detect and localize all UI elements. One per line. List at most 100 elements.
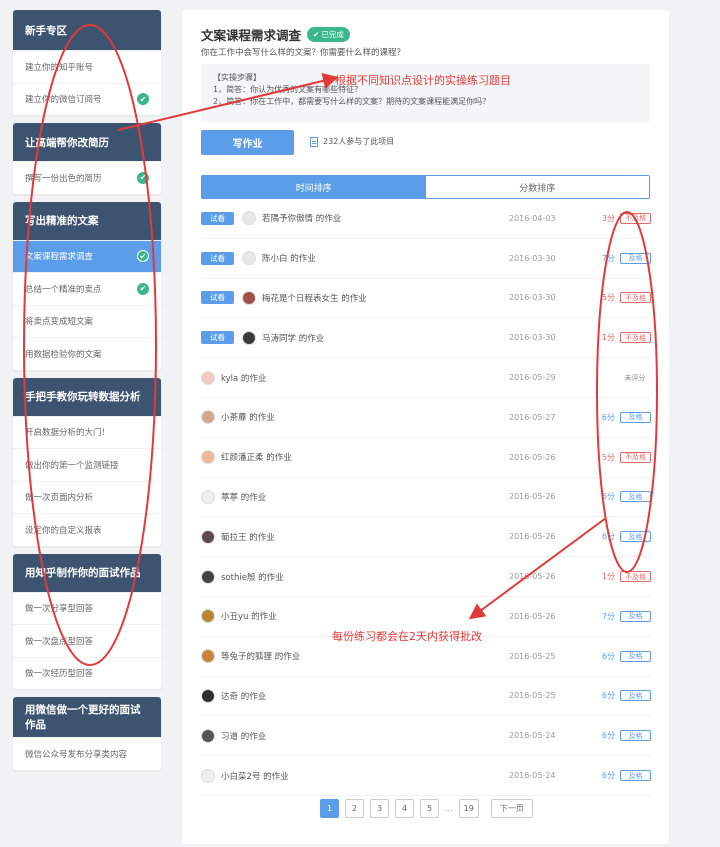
grade-status: 及格 bbox=[620, 531, 651, 543]
trial-badge[interactable]: 试看 bbox=[201, 211, 234, 225]
homework-row[interactable]: 葶葶 的作业 2016-05-26 6分 及格 bbox=[201, 478, 651, 518]
grade-status: 及格 bbox=[620, 411, 651, 423]
homework-title[interactable]: 小丑yu 的作业 bbox=[221, 610, 650, 622]
homework-row[interactable]: kyla 的作业 2016-05-29 未评分 bbox=[201, 358, 650, 398]
sidebar-item-label: 开启数据分析的大门！ bbox=[25, 428, 111, 439]
title-row: 文案课程需求调查 ✔ 已完成 bbox=[201, 25, 350, 44]
sidebar-item-label: 建立你的微信订阅号 bbox=[25, 95, 102, 106]
sidebar-item[interactable]: 做一次经历型回答 bbox=[13, 656, 161, 690]
sidebar-item-label: 做一次经历型回答 bbox=[25, 669, 94, 680]
sidebar-item[interactable]: 开启数据分析的大门！ bbox=[13, 415, 161, 449]
sidebar-item[interactable]: 建立你的微信订阅号 ✔ bbox=[13, 82, 161, 116]
document-icon bbox=[310, 136, 318, 147]
homework-title[interactable]: kyla 的作业 bbox=[221, 372, 650, 384]
homework-row[interactable]: 试看 若隅予你傲情 的作业 2016-04-03 3分 不及格 bbox=[201, 199, 651, 239]
sidebar-item[interactable]: 做一次分享型回答 bbox=[13, 591, 161, 625]
score: 3分 bbox=[601, 213, 615, 223]
tab-score-sort[interactable]: 分数排序 bbox=[425, 176, 649, 198]
sidebar-section-title[interactable]: 用知乎制作你的面试作品 bbox=[13, 553, 161, 592]
grade-status: 及格 bbox=[620, 491, 651, 503]
submit-date: 2016-05-27 bbox=[509, 412, 556, 422]
check-icon: ✔ bbox=[137, 250, 149, 263]
homework-title[interactable]: 小白菜2号 的作业 bbox=[221, 770, 650, 782]
sidebar-section-title[interactable]: 用微信做一个更好的面试作品 bbox=[13, 697, 161, 737]
submit-date: 2016-03-30 bbox=[509, 293, 556, 303]
sidebar-section: 让高端帮你改简历 撰写一份出色的简历 ✔ bbox=[13, 123, 161, 194]
sidebar-section-title[interactable]: 写出精准的文案 bbox=[13, 201, 161, 240]
sidebar-item[interactable]: 用数据检验你的文案 bbox=[13, 337, 161, 370]
grade-status: 不及格 bbox=[620, 451, 651, 463]
sidebar-item[interactable]: 做出你的第一个监测链接 bbox=[13, 448, 161, 481]
homework-row[interactable]: sothie殷 的作业 2016-05-26 1分 不及格 bbox=[201, 557, 651, 597]
sidebar-section: 写出精准的文案 文案课程需求调查 ✔ 总结一个精准的卖点 ✔ 将卖点变成短文案用数据检验你… bbox=[13, 201, 161, 370]
avatar bbox=[201, 609, 215, 624]
sidebar-item[interactable]: 将卖点变成短文案 bbox=[13, 304, 161, 338]
score: 6分 bbox=[601, 771, 615, 781]
grade-status: 及格 bbox=[620, 770, 651, 782]
tab-time-sort[interactable]: 时间排序 bbox=[202, 176, 426, 198]
homework-row[interactable]: 习道 的作业 2016-05-24 6分 及格 bbox=[201, 716, 651, 757]
sidebar-section-title[interactable]: 手把手教你玩转数据分析 bbox=[13, 377, 161, 416]
sidebar-item[interactable]: 做一次盘点型回答 bbox=[13, 624, 161, 657]
next-page-button[interactable]: 下一页 bbox=[490, 799, 533, 818]
sidebar-section-title[interactable]: 新手专区 bbox=[13, 10, 161, 50]
grade-status: 及格 bbox=[620, 650, 651, 662]
sidebar-item[interactable]: 撰写一份出色的简历 ✔ bbox=[13, 161, 161, 194]
homework-title[interactable]: 葶葶 的作业 bbox=[221, 491, 650, 503]
homework-title[interactable]: 红颜潘正柔 的作业 bbox=[221, 451, 650, 463]
homework-title[interactable]: 葡拉王 的作业 bbox=[221, 531, 650, 543]
sidebar-section: 用知乎制作你的面试作品做一次分享型回答做一次盘点型回答做一次经历型回答 bbox=[13, 553, 161, 690]
homework-row[interactable]: 试看 马涛同学 的作业 2016-03-30 1分 不及格 bbox=[201, 318, 651, 359]
sidebar-item-label: 做出你的第一个监测链接 bbox=[25, 460, 119, 471]
sidebar-item-label: 微信公众号发布分享类内容 bbox=[25, 749, 128, 760]
homework-title[interactable]: sothie殷 的作业 bbox=[221, 571, 650, 583]
badge-label: 已完成 bbox=[321, 30, 344, 39]
page-button[interactable]: 4 bbox=[395, 799, 414, 818]
homework-row[interactable]: 试看 陈小白 的作业 2016-03-30 7分 及格 bbox=[201, 239, 651, 279]
trial-badge[interactable]: 试看 bbox=[201, 331, 234, 345]
page-button[interactable]: 3 bbox=[370, 799, 389, 818]
subtitle: 你在工作中会写什么样的文案？你需要什么样的课程？ bbox=[201, 48, 406, 58]
trial-badge[interactable]: 试看 bbox=[201, 291, 234, 305]
sidebar-item-label: 做一次分享型回答 bbox=[25, 604, 94, 615]
score: 1分 bbox=[601, 572, 615, 582]
homework-title[interactable]: 等兔子的狐狸 的作业 bbox=[221, 650, 650, 662]
sidebar-item[interactable]: 文案课程需求调查 ✔ bbox=[13, 239, 161, 272]
homework-row[interactable]: 小茶蘼 的作业 2016-05-27 6分 及格 bbox=[201, 398, 651, 438]
grade-status: 不及格 bbox=[620, 212, 651, 224]
check-icon: ✔ bbox=[137, 93, 149, 106]
homework-row[interactable]: 葡拉王 的作业 2016-05-26 6分 及格 bbox=[201, 517, 651, 558]
homework-row[interactable]: 红颜潘正柔 的作业 2016-05-26 5分 不及格 bbox=[201, 438, 651, 478]
sidebar-item-label: 用数据检验你的文案 bbox=[25, 349, 102, 360]
homework-row[interactable]: 小白菜2号 的作业 2016-05-24 6分 及格 bbox=[201, 756, 651, 796]
submit-date: 2016-05-26 bbox=[509, 452, 556, 462]
pagination: 1 2 3 4 5... 19 下一页 bbox=[320, 799, 533, 818]
homework-list: 试看 若隅予你傲情 的作业 2016-04-03 3分 不及格 试看 陈小白 的作业 2016… bbox=[201, 199, 651, 796]
page-button[interactable]: 2 bbox=[345, 799, 364, 818]
sidebar-item[interactable]: 设定你的自定义报表 bbox=[13, 513, 161, 546]
score: 5分 bbox=[601, 452, 615, 462]
check-icon: ✔ bbox=[137, 282, 149, 295]
sidebar-item[interactable]: 建立你的知乎账号 bbox=[13, 50, 161, 83]
sidebar-section-title[interactable]: 让高端帮你改简历 bbox=[13, 123, 161, 161]
sidebar: 新手专区 建立你的知乎账号建立你的微信订阅号 ✔ 让高端帮你改简历 撰写一份出色的简历 ✔… bbox=[13, 10, 161, 778]
homework-title[interactable]: 习道 的作业 bbox=[221, 730, 650, 742]
submit-date: 2016-04-03 bbox=[509, 213, 556, 223]
sort-tabs: 时间排序 分数排序 bbox=[201, 175, 650, 199]
trial-badge[interactable]: 试看 bbox=[201, 251, 234, 265]
homework-row[interactable]: 达奇 的作业 2016-05-25 6分 及格 bbox=[201, 677, 651, 717]
sidebar-item[interactable]: 微信公众号发布分享类内容 bbox=[13, 737, 161, 770]
submit-date: 2016-05-24 bbox=[509, 731, 556, 741]
submit-date: 2016-05-25 bbox=[509, 651, 556, 661]
homework-title[interactable]: 达奇 的作业 bbox=[221, 690, 650, 702]
page-button[interactable]: 1 bbox=[320, 799, 339, 818]
homework-title[interactable]: 小茶蘼 的作业 bbox=[221, 411, 650, 423]
avatar bbox=[242, 330, 256, 345]
homework-row[interactable]: 试看 梅花是个日程表女生 的作业 2016-03-30 5分 不及格 bbox=[201, 279, 651, 319]
sidebar-item[interactable]: 总结一个精准的卖点 ✔ bbox=[13, 272, 161, 305]
page-button-last[interactable]: 19 bbox=[458, 799, 479, 818]
page-button[interactable]: 5 bbox=[420, 799, 439, 818]
write-homework-button[interactable]: 写作业 bbox=[201, 130, 294, 155]
status-badge: ✔ 已完成 bbox=[307, 27, 350, 42]
sidebar-item[interactable]: 做一次页面内分析 bbox=[13, 480, 161, 514]
